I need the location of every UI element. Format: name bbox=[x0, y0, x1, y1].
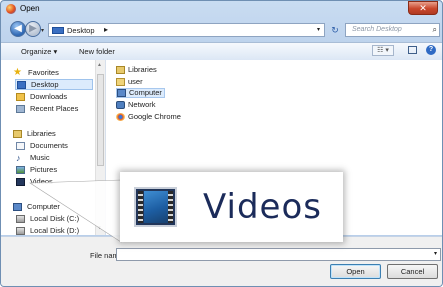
file-item-label: Libraries bbox=[128, 65, 157, 74]
sidebar-item-label: Recent Places bbox=[30, 104, 79, 113]
scrollbar-thumb[interactable] bbox=[97, 74, 104, 166]
recent-places-icon bbox=[16, 105, 25, 114]
navigation-pane-scrollbar[interactable]: ▲ ▼ bbox=[95, 60, 105, 235]
desktop-icon bbox=[17, 81, 26, 90]
sidebar-item-label: Local Disk (D:) bbox=[30, 226, 80, 235]
sidebar-item-documents[interactable]: Documents bbox=[16, 140, 68, 151]
chrome-icon bbox=[116, 113, 125, 122]
file-item-label: user bbox=[128, 77, 143, 86]
sidebar-item-label: Favorites bbox=[28, 68, 59, 77]
sidebar-item-local-disk-c[interactable]: Local Disk (C:) bbox=[16, 213, 79, 224]
sidebar-item-videos[interactable]: Videos bbox=[16, 176, 53, 187]
sidebar-item-computer[interactable]: Computer bbox=[13, 201, 60, 212]
command-bar: Organize ▾ New folder ☷ ▾ ? bbox=[1, 42, 442, 61]
sidebar-item-desktop[interactable]: Desktop bbox=[15, 79, 93, 90]
sidebar-item-pictures[interactable]: Pictures bbox=[16, 164, 57, 175]
organize-button[interactable]: Organize ▾ bbox=[21, 47, 57, 56]
search-input[interactable]: Search Desktop ⌕ bbox=[345, 23, 440, 37]
libraries-icon bbox=[116, 66, 125, 75]
videos-icon bbox=[16, 178, 25, 187]
list-item-computer[interactable]: Computer bbox=[116, 88, 165, 98]
music-icon: ♪ bbox=[16, 153, 21, 164]
navigation-bar: ◀ ▶ ▾ Desktop ▸ ▾ ↻ Search Desktop ⌕ bbox=[1, 19, 442, 41]
recent-locations-dropdown[interactable]: ▾ bbox=[41, 27, 44, 34]
zoom-label: Videos bbox=[203, 187, 322, 227]
cancel-button[interactable]: Cancel bbox=[387, 264, 438, 279]
title-bar: Open ✕ bbox=[1, 1, 442, 17]
sidebar-item-label: Libraries bbox=[27, 129, 56, 138]
sidebar-item-label: Documents bbox=[30, 141, 68, 150]
back-button[interactable]: ◀ bbox=[10, 21, 26, 37]
list-item-user[interactable]: user bbox=[116, 77, 143, 87]
refresh-button[interactable]: ↻ bbox=[328, 24, 342, 36]
sidebar-item-local-disk-d[interactable]: Local Disk (D:) bbox=[16, 225, 79, 236]
search-placeholder: Search Desktop bbox=[352, 26, 402, 33]
drive-icon bbox=[16, 215, 25, 224]
sidebar-item-label: Local Disk (C:) bbox=[30, 214, 80, 223]
help-button[interactable]: ? bbox=[426, 45, 436, 55]
sidebar-item-label: Videos bbox=[30, 177, 53, 186]
close-button[interactable]: ✕ bbox=[408, 1, 438, 15]
sidebar-item-label: Desktop bbox=[31, 80, 59, 89]
downloads-icon bbox=[16, 93, 25, 102]
star-icon: ★ bbox=[13, 67, 22, 79]
forward-button[interactable]: ▶ bbox=[25, 21, 41, 37]
libraries-icon bbox=[13, 130, 22, 139]
sidebar-item-recent-places[interactable]: Recent Places bbox=[16, 103, 78, 114]
file-item-label: Network bbox=[128, 100, 156, 109]
navigation-pane: ★ Favorites Desktop Downloads Recent Plac… bbox=[1, 60, 106, 236]
computer-icon bbox=[13, 203, 22, 212]
user-folder-icon bbox=[116, 78, 125, 87]
sidebar-item-label: Pictures bbox=[30, 165, 58, 174]
list-item-google-chrome[interactable]: Google Chrome bbox=[116, 112, 181, 122]
pictures-icon bbox=[16, 166, 25, 175]
film-perforation bbox=[138, 191, 143, 223]
breadcrumb-separator-icon[interactable]: ▸ bbox=[104, 25, 108, 34]
window-title: Open bbox=[20, 4, 40, 13]
file-name-dropdown-icon[interactable]: ▾ bbox=[434, 250, 437, 257]
address-dropdown-icon[interactable]: ▾ bbox=[317, 26, 320, 33]
sidebar-item-downloads[interactable]: Downloads bbox=[16, 91, 67, 102]
list-item-network[interactable]: Network bbox=[116, 100, 156, 110]
address-text[interactable]: Desktop bbox=[67, 26, 95, 35]
network-icon bbox=[116, 101, 125, 110]
new-folder-button[interactable]: New folder bbox=[79, 47, 115, 56]
drive-icon bbox=[16, 227, 25, 236]
scroll-up-icon[interactable]: ▲ bbox=[97, 62, 102, 68]
zoom-callout: Videos bbox=[120, 172, 343, 242]
change-view-button[interactable]: ☷ ▾ bbox=[372, 45, 394, 56]
open-dialog: Open ✕ ◀ ▶ ▾ Desktop ▸ ▾ ↻ Search Deskto… bbox=[0, 0, 443, 287]
film-frame bbox=[144, 191, 168, 223]
film-perforation bbox=[168, 191, 173, 223]
file-item-label: Google Chrome bbox=[128, 112, 181, 121]
sidebar-item-label: Computer bbox=[27, 202, 60, 211]
sidebar-item-label: Music bbox=[30, 153, 50, 162]
file-item-label: Computer bbox=[129, 88, 162, 97]
sidebar-item-music[interactable]: ♪ Music bbox=[16, 152, 50, 163]
videos-icon bbox=[134, 187, 177, 227]
open-button[interactable]: Open bbox=[330, 264, 381, 279]
chrome-icon bbox=[6, 4, 16, 14]
file-name-input[interactable]: ▾ bbox=[116, 248, 441, 261]
search-icon[interactable]: ⌕ bbox=[433, 25, 437, 35]
desktop-icon bbox=[52, 27, 64, 34]
dialog-footer: File name ▾ Open Cancel bbox=[1, 236, 442, 286]
sidebar-item-libraries[interactable]: Libraries bbox=[13, 128, 56, 139]
list-item-libraries[interactable]: Libraries bbox=[116, 65, 157, 75]
address-bar[interactable]: Desktop ▸ ▾ bbox=[48, 23, 325, 37]
sidebar-item-label: Downloads bbox=[30, 92, 68, 101]
preview-pane-button[interactable] bbox=[408, 46, 417, 54]
scroll-down-icon[interactable]: ▼ bbox=[97, 225, 102, 231]
sidebar-item-favorites[interactable]: ★ Favorites bbox=[13, 67, 59, 78]
documents-icon bbox=[16, 142, 25, 151]
computer-icon bbox=[117, 89, 126, 98]
